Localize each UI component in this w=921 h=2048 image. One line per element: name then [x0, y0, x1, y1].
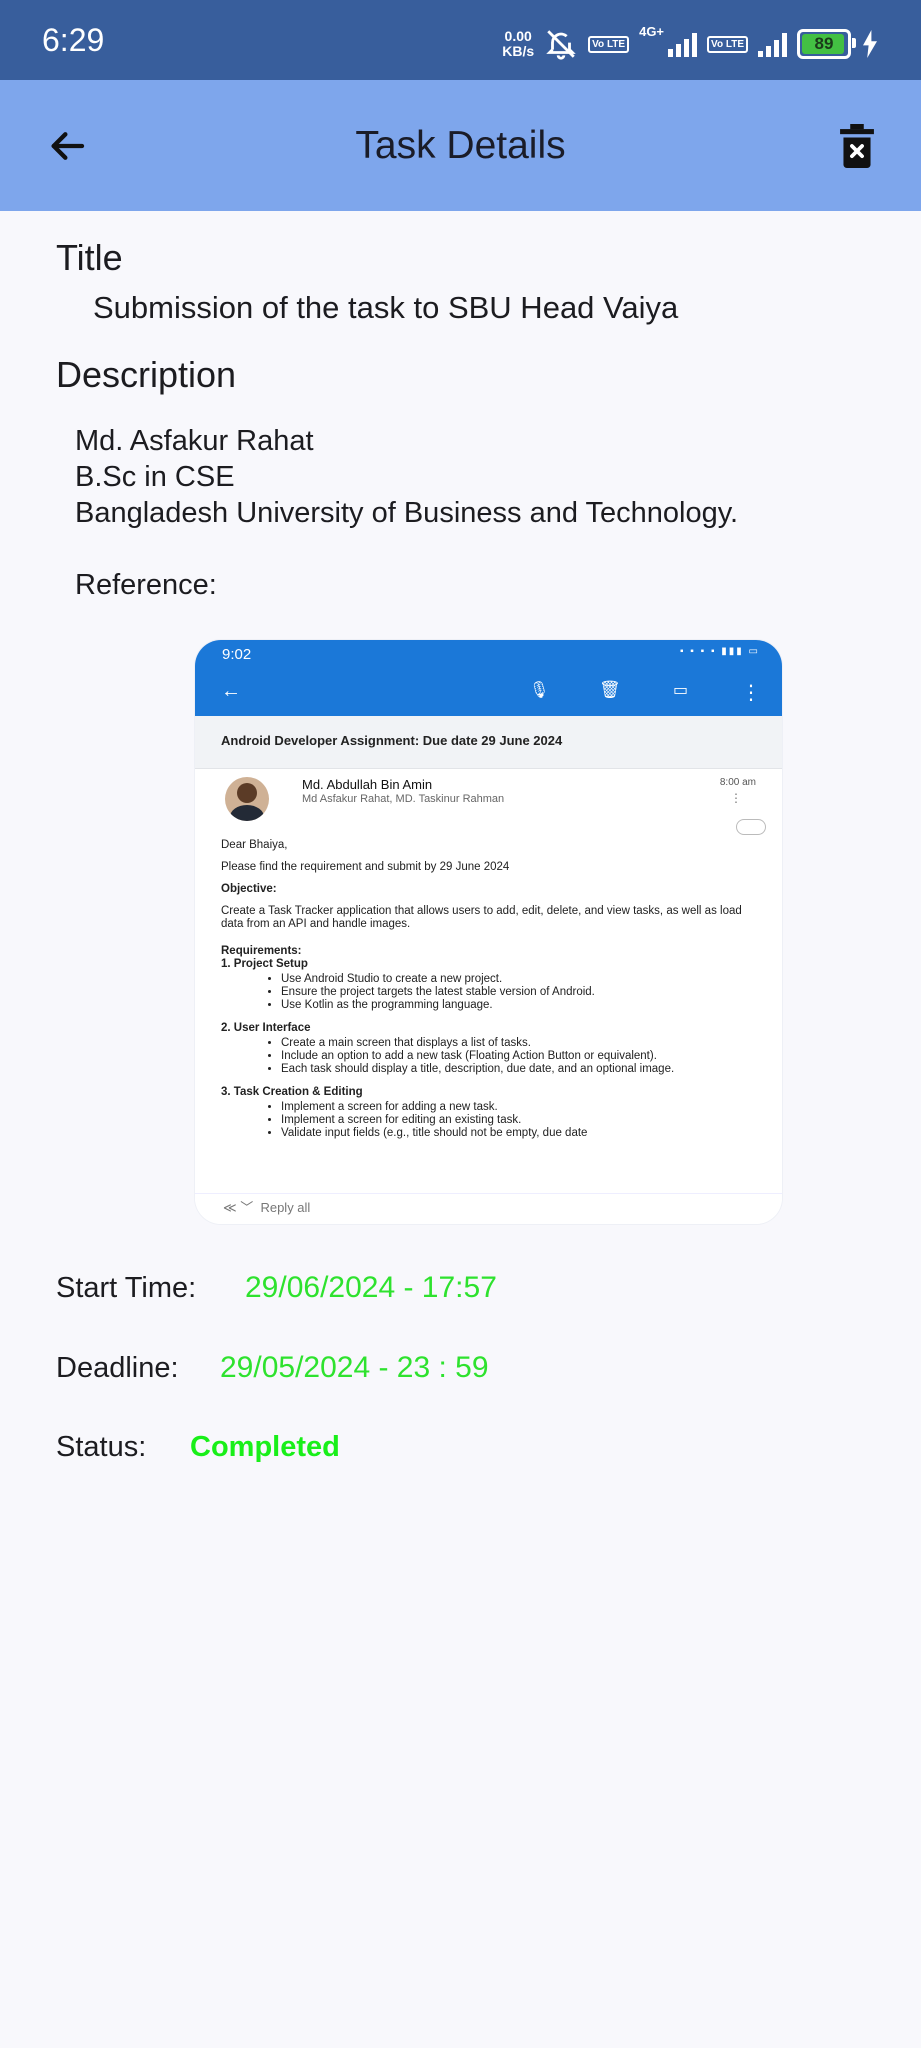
start-time-label: Start Time:: [56, 1272, 197, 1304]
description-line: [75, 531, 738, 567]
image-sender-name: Md. Abdullah Bin Amin: [302, 777, 433, 792]
charging-bolt-icon: [863, 30, 877, 58]
image-sent-time: 8:00 am: [719, 777, 756, 788]
network-speed: 0.00 KB/s: [502, 28, 535, 59]
network-type: 4G+: [639, 24, 665, 39]
volte-badge-1: Vo LTE: [588, 35, 630, 53]
title-label: Title: [56, 237, 123, 278]
description-line: Md. Asfakur Rahat: [75, 425, 314, 457]
image-list: Use Android Studio to create a new proje…: [221, 973, 752, 1012]
image-recipients: Md Asfakur Rahat, MD. Taskinur Rahman: [302, 793, 505, 805]
task-description: Md. Asfakur Rahat B.Sc in CSE Bangladesh…: [75, 423, 738, 603]
description-line: Reference:: [75, 569, 217, 601]
battery-icon: 89: [797, 29, 856, 59]
start-time-value: 29/06/2024 - 17:57: [245, 1271, 497, 1304]
signal-strength-icon-2: [758, 31, 787, 57]
image-reply-all-icon: ≪ ﹀: [223, 1200, 261, 1215]
trash-delete-icon: [840, 124, 874, 168]
task-title: Submission of the task to SBU Head Vaiya: [93, 290, 679, 325]
image-more-icon: ⋮: [741, 682, 761, 704]
app-bar: Task Details: [0, 80, 921, 211]
image-back-icon: ←: [221, 680, 241, 702]
image-email-subject: Android Developer Assignment: Due date 2…: [195, 716, 782, 769]
image-status-icons: ▪ ▪ ▪ ▪ ▮▮▮ ▭: [679, 646, 760, 657]
image-email-toolbar: ← 🎙 🗑 ▭ ⋮: [195, 670, 782, 716]
avatar: [225, 777, 269, 821]
page-title: Task Details: [355, 124, 566, 167]
image-archive-icon: ▭: [673, 682, 689, 699]
image-reply-bar: ≪ ﹀ Reply all: [195, 1193, 782, 1224]
image-status-bar: 9:02 ▪ ▪ ▪ ▪ ▮▮▮ ▭: [195, 640, 782, 670]
system-status-bar: 6:29 0.00 KB/s Vo LTE 4G+ Vo LTE 89: [0, 0, 921, 80]
image-kebab-icon: ⋮: [730, 791, 742, 805]
description-line: B.Sc in CSE: [75, 461, 235, 493]
delete-task-button[interactable]: [827, 116, 887, 176]
volte-badge-2: Vo LTE: [707, 35, 748, 53]
image-email-body: Dear Bhaiya, Please find the requirement…: [195, 839, 782, 1140]
deadline-value: 29/05/2024 - 23 : 59: [220, 1351, 489, 1384]
status-label: Status:: [56, 1431, 147, 1463]
signal-strength-icon: [668, 31, 698, 57]
image-trash-icon: 🗑: [599, 680, 621, 699]
image-chip-icon: [736, 819, 766, 835]
image-list: Implement a screen for adding a new task…: [221, 1101, 752, 1140]
bell-muted-icon: [546, 30, 576, 60]
task-reference-image: 9:02 ▪ ▪ ▪ ▪ ▮▮▮ ▭ ← 🎙 🗑 ▭ ⋮ Android Dev…: [195, 640, 782, 1224]
deadline-label: Deadline:: [56, 1352, 179, 1384]
status-icons: 0.00 KB/s Vo LTE 4G+ Vo LTE 89: [502, 24, 879, 64]
image-list: Create a main screen that displays a lis…: [221, 1037, 752, 1076]
description-label: Description: [56, 354, 237, 395]
battery-level: 89: [814, 34, 834, 53]
image-email-sender: Md. Abdullah Bin Amin Md Asfakur Rahat, …: [195, 769, 782, 839]
description-line: Bangladesh University of Business and Te…: [75, 497, 739, 529]
image-mic-icon: 🎙: [529, 682, 550, 699]
status-badge: Completed: [190, 1431, 340, 1463]
status-time: 6:29: [42, 22, 105, 58]
